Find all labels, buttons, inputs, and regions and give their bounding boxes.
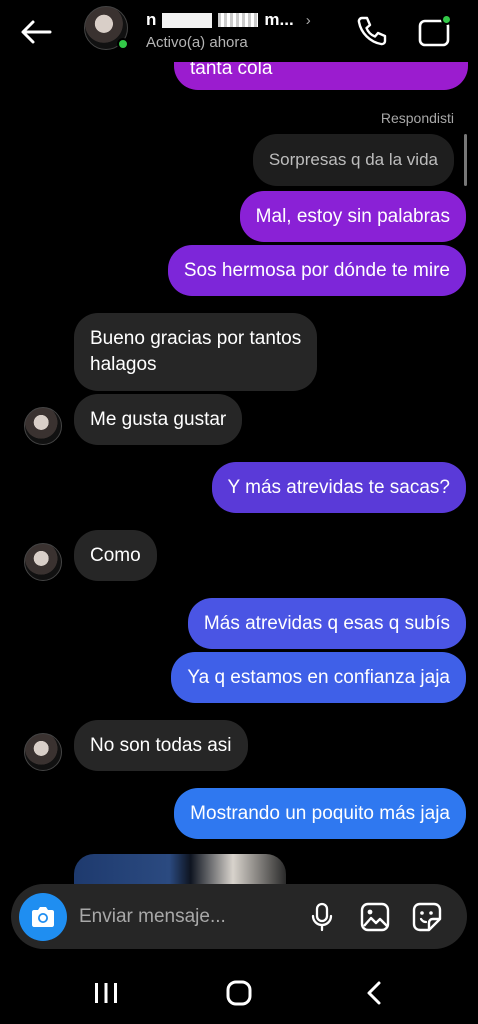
back-button[interactable] xyxy=(18,14,54,50)
chevron-left-icon xyxy=(367,981,381,1005)
message-bubble-outgoing[interactable]: Ya q estamos en confianza jaja xyxy=(171,652,466,703)
message-text: No son todas asi xyxy=(90,735,232,756)
voice-call-button[interactable] xyxy=(354,13,390,49)
recent-apps-icon xyxy=(95,983,117,1003)
sticker-button[interactable] xyxy=(411,901,443,933)
gallery-icon xyxy=(360,902,390,932)
scrollbar[interactable] xyxy=(464,134,467,186)
message-list[interactable]: tanta cola Respondisti Sorpresas q da la… xyxy=(0,0,478,884)
message-input[interactable] xyxy=(79,902,299,932)
contact-name-suffix: m... xyxy=(264,10,294,29)
message-text: Y más atrevidas te sacas? xyxy=(227,477,450,498)
message-text: Más atrevidas q esas q subís xyxy=(203,613,450,634)
home-button[interactable] xyxy=(225,979,253,1007)
chat-header: n m... › Activo(a) ahora xyxy=(0,0,478,62)
status-dot xyxy=(441,14,452,25)
reply-label: Respondisti xyxy=(380,110,454,126)
contact-avatar[interactable] xyxy=(24,733,62,771)
message-text: Me gusta gustar xyxy=(90,409,227,430)
microphone-button[interactable] xyxy=(307,902,337,932)
chevron-right-icon: › xyxy=(305,11,311,29)
photo-message[interactable] xyxy=(74,854,286,884)
message-bubble-outgoing[interactable]: Más atrevidas q esas q subís xyxy=(187,598,466,649)
camera-button[interactable] xyxy=(19,893,67,941)
profile-avatar[interactable] xyxy=(84,6,130,52)
message-text: Sos hermosa por dónde te mire xyxy=(183,260,450,281)
online-indicator xyxy=(117,38,129,50)
message-text: Mostrando un poquito más jaja xyxy=(190,803,450,824)
message-text-line: halagos xyxy=(90,354,157,375)
arrow-left-icon xyxy=(21,20,52,44)
redaction-block xyxy=(218,13,259,27)
recent-apps-button[interactable] xyxy=(92,980,120,1006)
phone-icon xyxy=(357,16,387,46)
message-bubble-outgoing[interactable]: Y más atrevidas te sacas? xyxy=(211,462,466,513)
message-bubble-outgoing[interactable]: Mal, estoy sin palabras xyxy=(239,191,466,242)
message-bubble-incoming[interactable]: Me gusta gustar xyxy=(74,394,243,445)
message-text: Como xyxy=(90,545,141,566)
message-text: Ya q estamos en confianza jaja xyxy=(187,667,450,688)
redaction-block xyxy=(162,12,213,28)
message-text: Mal, estoy sin palabras xyxy=(255,206,450,227)
message-bubble-outgoing[interactable]: Mostrando un poquito más jaja xyxy=(174,788,466,839)
reply-preview[interactable]: Sorpresas q da la vida xyxy=(252,134,454,186)
reply-preview-text: Sorpresas q da la vida xyxy=(268,150,438,169)
contact-name[interactable]: n m... › xyxy=(146,10,311,30)
home-icon xyxy=(226,980,252,1006)
message-bubble-incoming[interactable]: No son todas asi xyxy=(74,720,248,771)
active-status: Activo(a) ahora xyxy=(146,34,248,51)
message-bubble-outgoing[interactable]: Sos hermosa por dónde te mire xyxy=(167,245,466,296)
contact-name-initial: n xyxy=(146,10,157,29)
message-bubble-incoming[interactable]: Bueno gracias por tantos halagos xyxy=(74,313,318,391)
camera-icon xyxy=(32,907,54,927)
system-back-button[interactable] xyxy=(362,979,386,1007)
gallery-button[interactable] xyxy=(359,901,391,933)
sticker-icon xyxy=(412,902,442,932)
message-composer xyxy=(11,884,467,949)
video-call-button[interactable] xyxy=(416,12,454,50)
microphone-icon xyxy=(311,902,333,932)
message-bubble-incoming[interactable]: Como xyxy=(74,530,157,581)
contact-avatar[interactable] xyxy=(24,543,62,581)
system-navigation-bar xyxy=(0,960,478,1024)
contact-avatar[interactable] xyxy=(24,407,62,445)
message-text-line: Bueno gracias por tantos xyxy=(90,328,302,349)
